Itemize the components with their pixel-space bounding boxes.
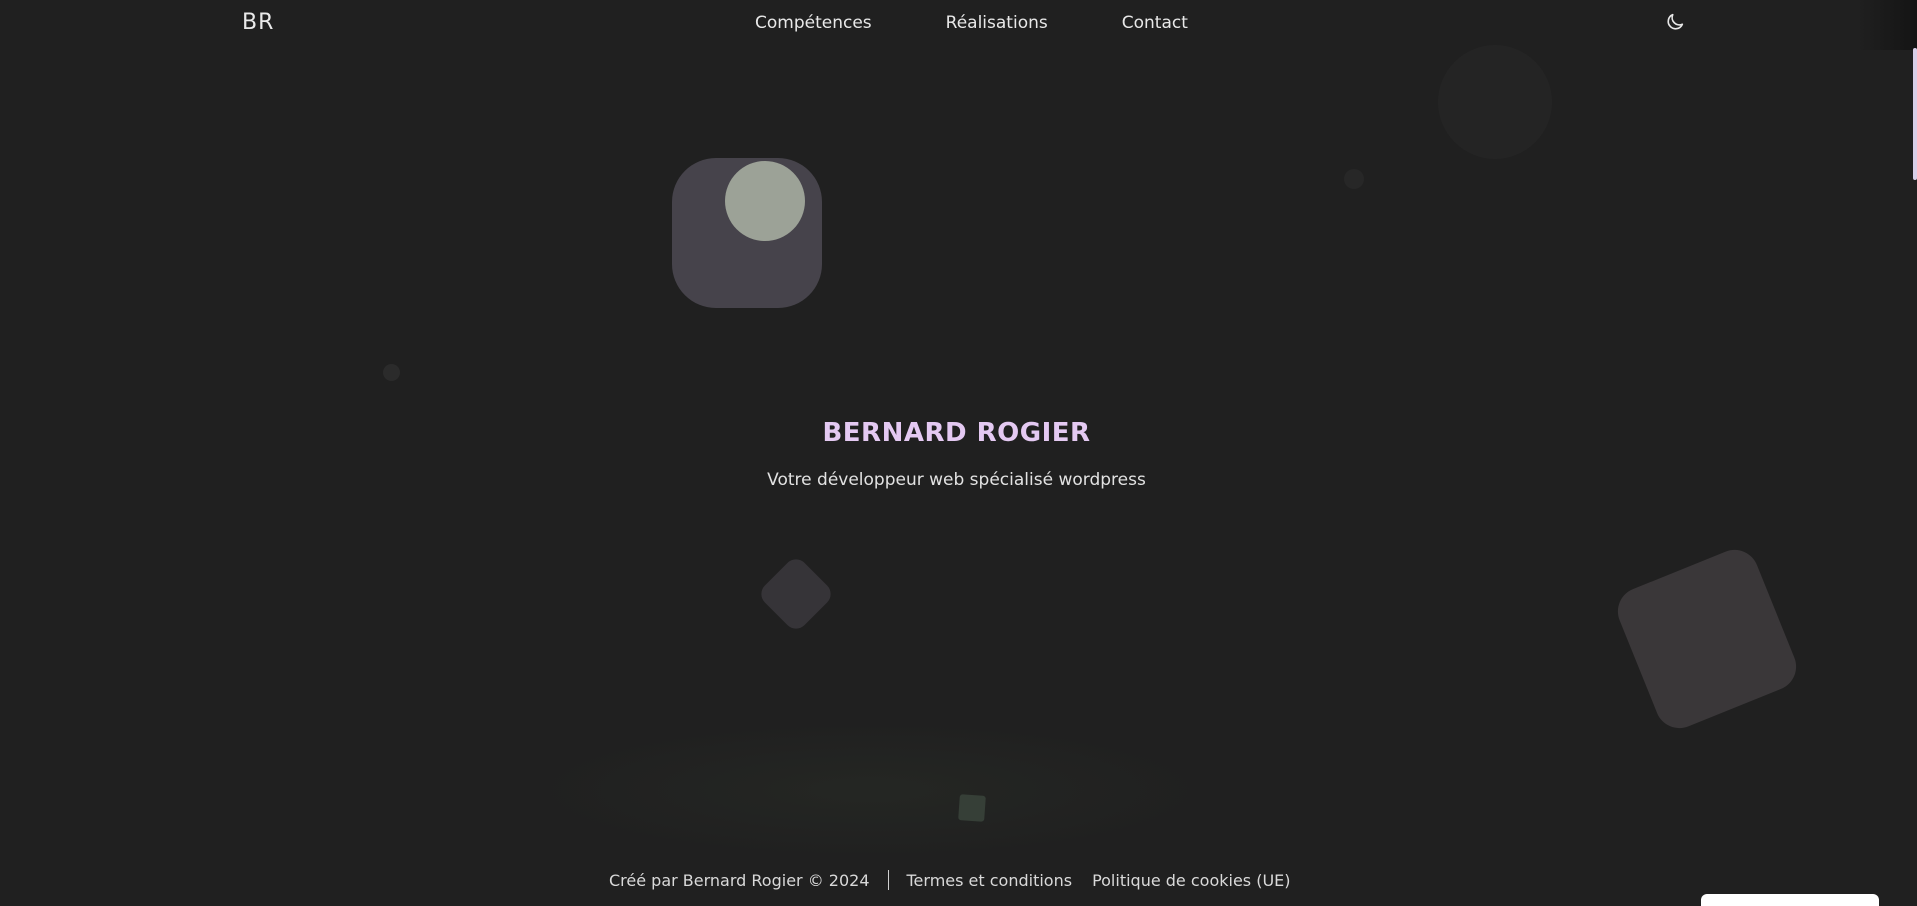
decorative-dot [1344, 169, 1364, 189]
decorative-circle-light [725, 161, 805, 241]
moon-icon [1667, 13, 1684, 30]
decorative-glow [520, 720, 1220, 860]
hero-title: BERNARD ROGIER [822, 418, 1091, 448]
footer: Créé par Bernard Rogier © 2024 Termes et… [609, 870, 1291, 890]
site-logo[interactable]: BR [242, 10, 274, 35]
footer-credit: Créé par Bernard Rogier © 2024 [609, 870, 870, 890]
main-nav: Compétences Réalisations Contact [755, 13, 1188, 33]
theme-toggle-button[interactable] [1662, 9, 1688, 35]
cookie-banner-tab[interactable] [1701, 894, 1879, 906]
footer-divider [887, 870, 889, 890]
decorative-circle [1438, 45, 1552, 159]
page: BR Compétences Réalisations Contact BERN… [0, 0, 1917, 906]
decorative-rotated-square [1610, 542, 1804, 736]
scrollbar[interactable] [1913, 48, 1917, 180]
hero-subtitle: Votre développeur web spécialisé wordpre… [767, 470, 1146, 490]
header-fade [1857, 0, 1917, 50]
decorative-small-square [958, 794, 986, 822]
footer-link-terms[interactable]: Termes et conditions [907, 871, 1073, 890]
decorative-dot [383, 364, 400, 381]
decorative-diamond [756, 554, 836, 634]
nav-link-competences[interactable]: Compétences [755, 13, 872, 33]
footer-link-cookies[interactable]: Politique de cookies (UE) [1092, 871, 1290, 890]
nav-link-realisations[interactable]: Réalisations [946, 13, 1048, 33]
nav-link-contact[interactable]: Contact [1122, 13, 1188, 33]
